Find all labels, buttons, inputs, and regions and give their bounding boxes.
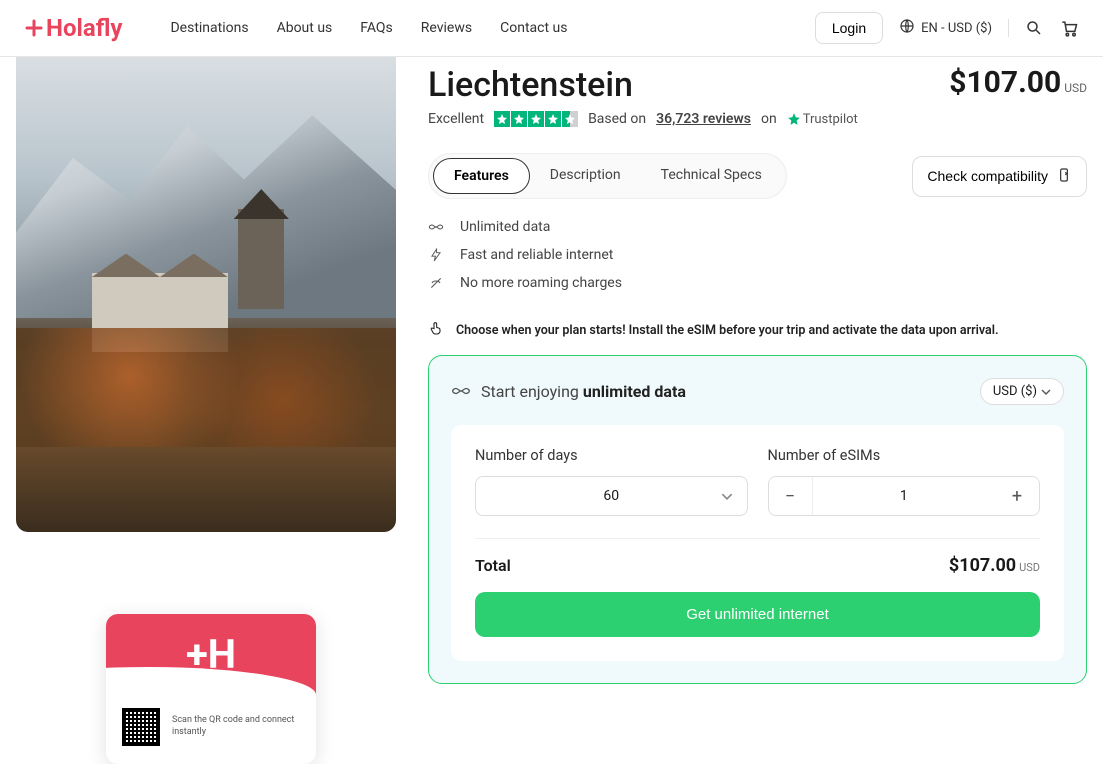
reviews-link[interactable]: 36,723 reviews (656, 111, 751, 127)
infinity-icon (428, 222, 444, 232)
locale-selector[interactable]: EN - USD ($) (899, 18, 992, 38)
quantity-value: 1 (813, 477, 996, 515)
days-label: Number of days (475, 447, 748, 464)
tab-features[interactable]: Features (433, 158, 530, 194)
feature-item: Fast and reliable internet (428, 247, 1087, 263)
trustpilot-logo: Trustpilot (787, 112, 858, 127)
brand-logo[interactable]: Holafly (24, 14, 122, 42)
globe-icon (899, 18, 915, 38)
decrement-button[interactable]: − (769, 477, 813, 515)
device-check-icon (1056, 167, 1072, 186)
chevron-down-icon (1041, 384, 1051, 399)
trustpilot-stars (494, 111, 578, 127)
feature-item: No more roaming charges (428, 275, 1087, 291)
tab-specs[interactable]: Technical Specs (641, 158, 782, 194)
infinity-icon (451, 382, 471, 401)
divider (1008, 19, 1009, 37)
no-roaming-icon (428, 275, 444, 291)
quantity-stepper: − 1 + (768, 476, 1041, 516)
header: Holafly Destinations About us FAQs Revie… (0, 0, 1103, 57)
based-on-text: Based on (588, 111, 646, 127)
feature-item: Unlimited data (428, 219, 1087, 235)
config-panel: Start enjoying unlimited data USD ($) Nu… (428, 355, 1087, 684)
enjoy-heading: Start enjoying unlimited data (451, 382, 686, 401)
nav-contact[interactable]: Contact us (500, 20, 567, 36)
qr-code-icon (122, 708, 160, 746)
qr-brand-icon: +H (186, 631, 236, 678)
page-title: Liechtenstein (428, 65, 633, 105)
bolt-icon (428, 247, 444, 263)
nav-about[interactable]: About us (277, 20, 333, 36)
qr-card: +H Scan the QR code and connect instantl… (106, 614, 316, 764)
activation-notice: Choose when your plan starts! Install th… (428, 319, 1087, 341)
get-internet-button[interactable]: Get unlimited internet (475, 592, 1040, 637)
rating-label: Excellent (428, 111, 484, 127)
currency-selector[interactable]: USD ($) (980, 378, 1064, 405)
chevron-down-icon (721, 488, 733, 504)
login-button[interactable]: Login (815, 12, 883, 44)
rating-row: Excellent Based on 36,723 reviews on Tru… (428, 111, 1087, 127)
days-select[interactable]: 60 (475, 476, 748, 516)
increment-button[interactable]: + (995, 477, 1039, 515)
main-nav: Destinations About us FAQs Reviews Conta… (170, 20, 567, 36)
tap-icon (428, 319, 444, 341)
nav-reviews[interactable]: Reviews (421, 20, 472, 36)
nav-faqs[interactable]: FAQs (360, 20, 393, 36)
check-compatibility-button[interactable]: Check compatibility (912, 156, 1087, 197)
search-icon[interactable] (1025, 19, 1043, 37)
tabs: Features Description Technical Specs (428, 153, 787, 199)
nav-destinations[interactable]: Destinations (170, 20, 248, 36)
cart-icon[interactable] (1059, 18, 1079, 38)
header-price: $107.00USD (949, 65, 1087, 100)
esims-label: Number of eSIMs (768, 447, 1041, 464)
tab-description[interactable]: Description (530, 158, 641, 194)
features-list: Unlimited data Fast and reliable interne… (428, 219, 1087, 291)
qr-instructions: Scan the QR code and connect instantly (172, 715, 300, 738)
divider (475, 538, 1040, 539)
hero-image (16, 57, 396, 532)
total-row: Total $107.00USD (475, 555, 1040, 576)
